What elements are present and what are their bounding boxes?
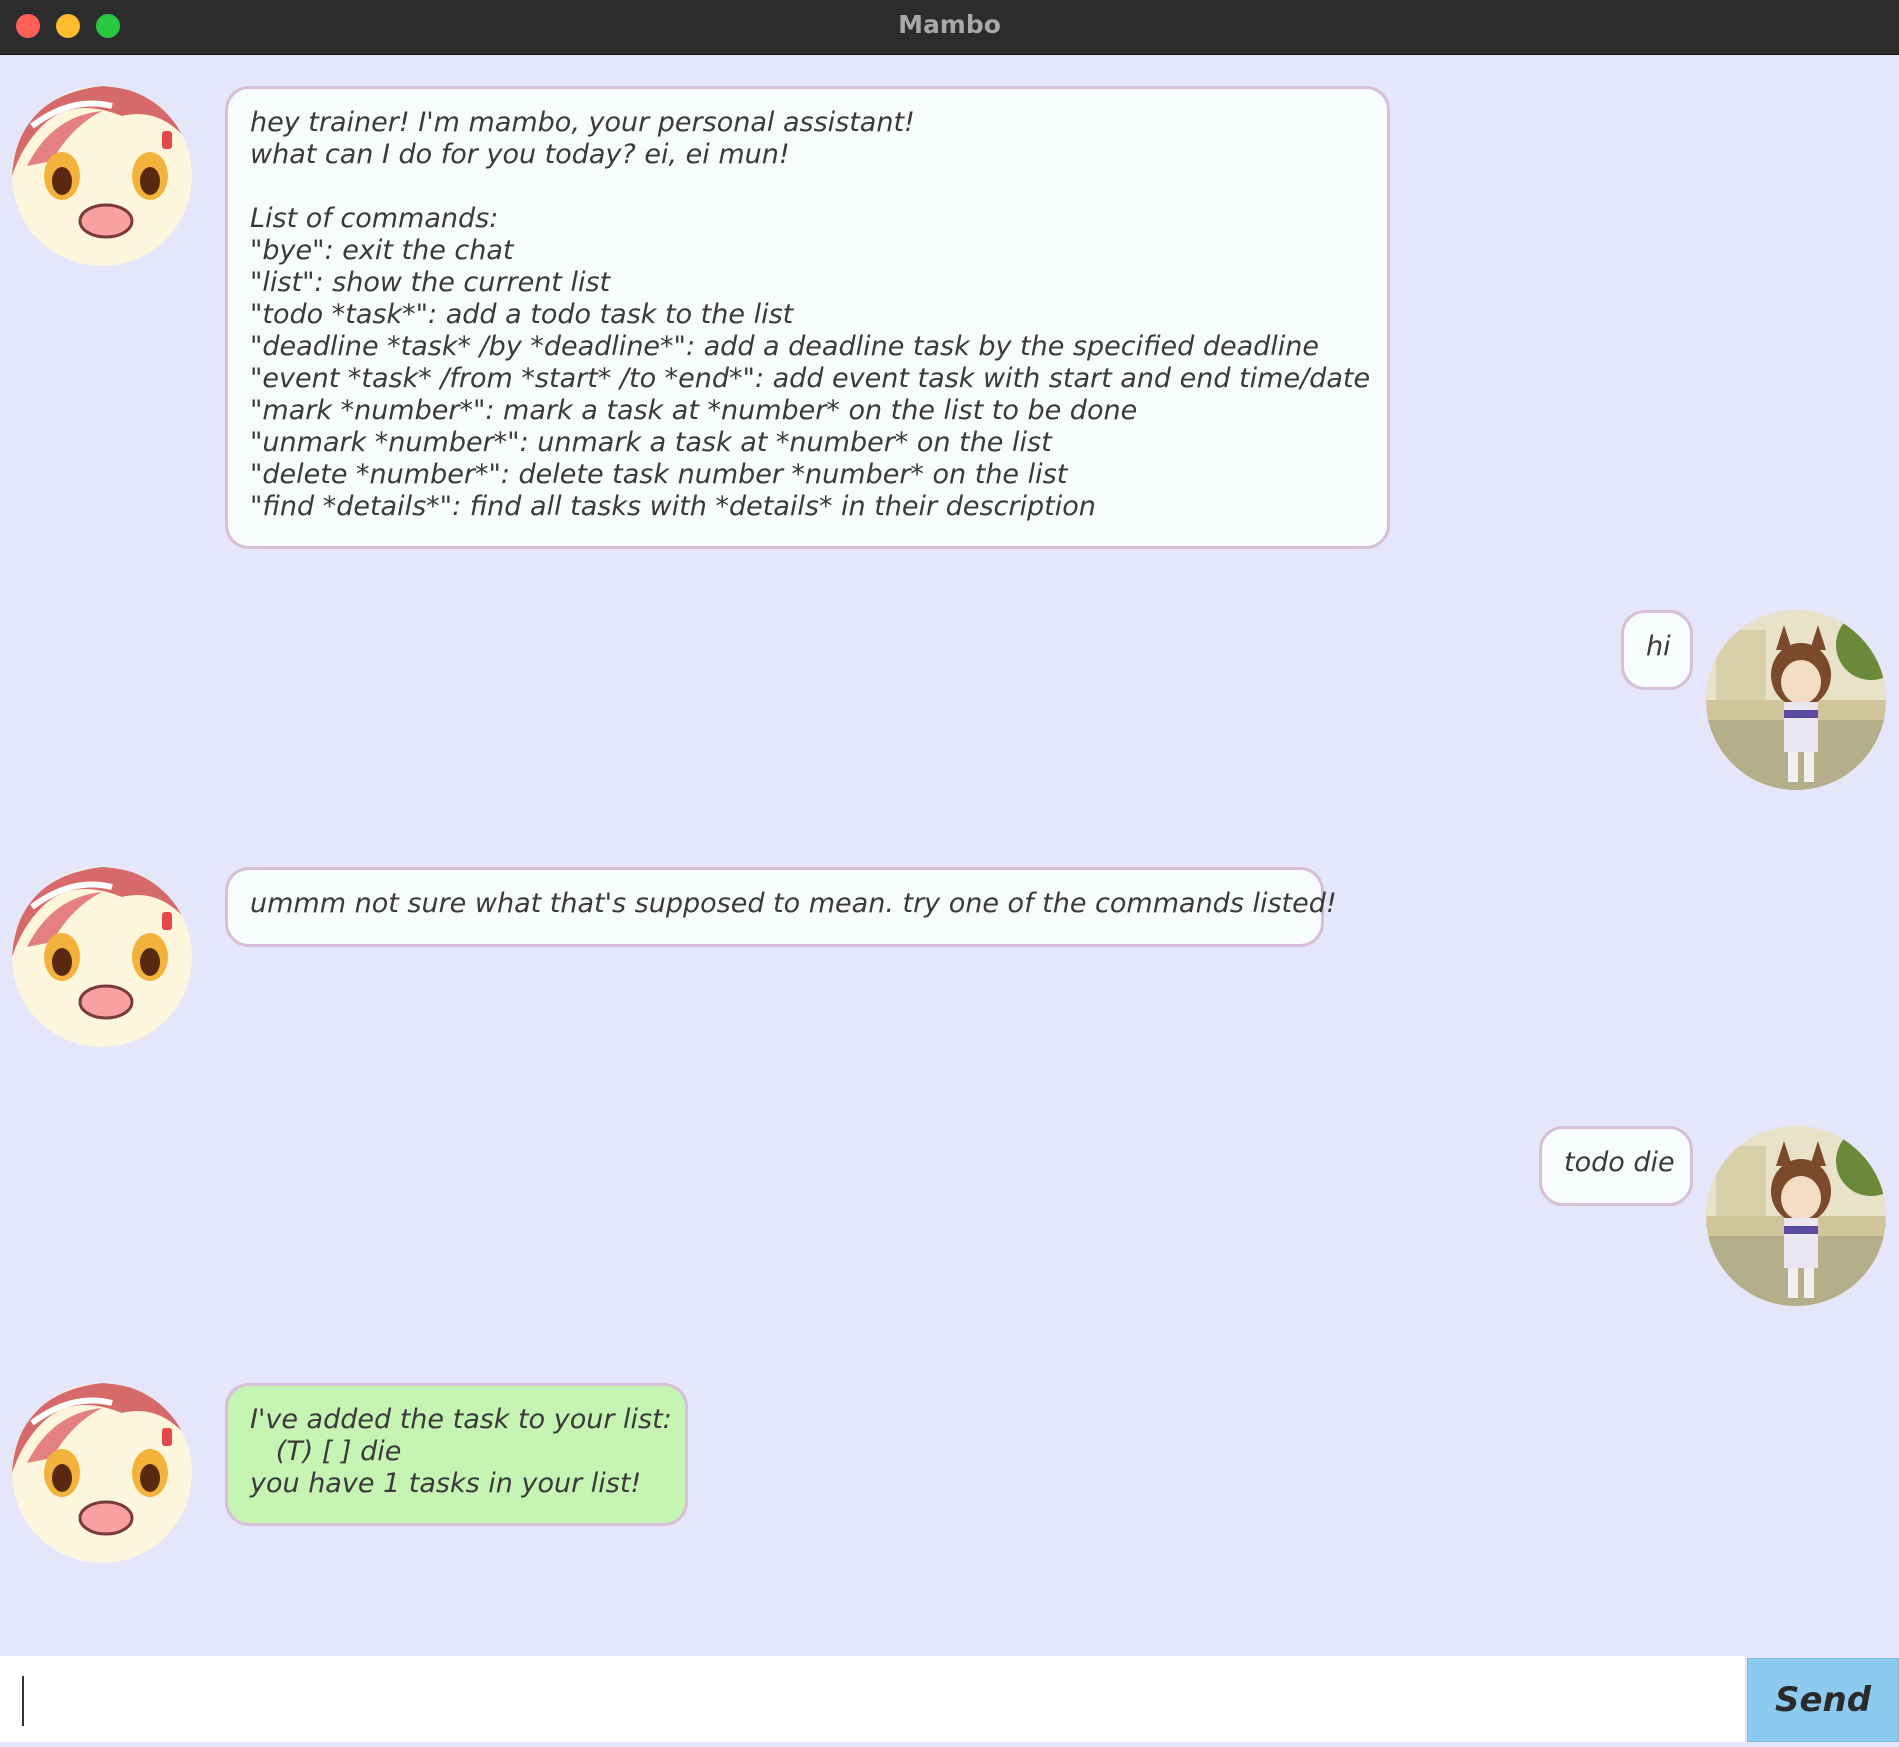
user-avatar <box>1706 1126 1886 1306</box>
text-caret <box>22 1676 24 1726</box>
user-avatar <box>1706 610 1886 790</box>
bot-avatar-image <box>12 1383 192 1563</box>
bot-avatar-image <box>12 86 192 266</box>
bot-avatar <box>12 1383 192 1563</box>
dialog-container[interactable]: hey trainer! I'm mambo, your personal as… <box>0 55 1899 1655</box>
bot-avatar <box>12 86 192 266</box>
user-message-bubble: hi <box>1621 610 1693 690</box>
bot-avatar-image <box>12 867 192 1047</box>
send-button[interactable]: Send <box>1747 1658 1899 1742</box>
app-window: Mambo hey trainer! I'm mambo, your perso… <box>0 0 1899 1747</box>
user-avatar-image <box>1706 610 1886 790</box>
title-bar: Mambo <box>0 0 1899 55</box>
input-bar: Send <box>0 1656 1899 1747</box>
user-message-bubble: todo die <box>1539 1126 1693 1206</box>
bot-message-bubble: hey trainer! I'm mambo, your personal as… <box>225 86 1390 549</box>
bot-avatar <box>12 867 192 1047</box>
bot-message-bubble: ummm not sure what that's supposed to me… <box>225 867 1337 947</box>
bot-success-message-bubble: I've added the task to your list: (T) [ … <box>225 1383 688 1526</box>
message-input[interactable] <box>0 1656 1745 1742</box>
user-avatar-image <box>1706 1126 1886 1306</box>
window-title: Mambo <box>898 10 1001 39</box>
